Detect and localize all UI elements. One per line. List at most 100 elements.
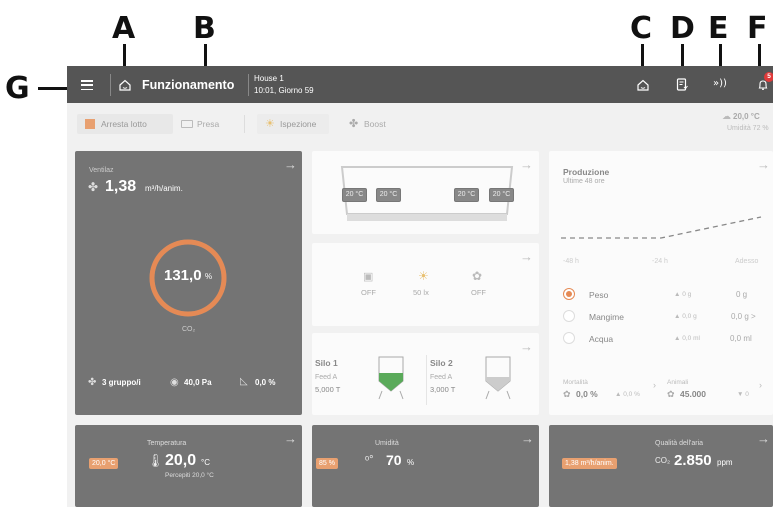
arrow-right-icon[interactable]: →: [757, 157, 770, 172]
devices-card[interactable]: → ▣ OFF ☀ 50 lx ✿ OFF: [312, 243, 539, 326]
house-name: House 1: [254, 74, 284, 83]
silo-2-feed: Feed A: [430, 374, 453, 381]
report-icon[interactable]: [676, 78, 688, 91]
thermometer-icon: 🌡: [147, 453, 164, 468]
air-quality-badge: 1,38 m³/h/anim.: [562, 458, 617, 469]
mortality-value: 0,0 %: [576, 389, 598, 399]
heater-icon: ▣: [363, 271, 374, 283]
row-feed-name: Mangime: [589, 312, 624, 322]
radio-water[interactable]: [563, 332, 575, 344]
mortality-chevron-icon[interactable]: ›: [653, 380, 656, 390]
arrow-right-icon[interactable]: →: [284, 157, 297, 172]
axis-label-mid: -24 h: [652, 258, 668, 265]
cloud-icon: ☁: [722, 111, 731, 121]
silo-2-amount: 3,000 T: [430, 385, 456, 394]
row-weight-delta: ▲ 0 g: [674, 291, 692, 298]
temperature-value: 20,0: [165, 452, 197, 469]
pressure-icon: ◉: [170, 377, 179, 388]
page: A B C D E F G Funzionamento House 1 10:0…: [0, 0, 773, 507]
animals-chevron-icon[interactable]: ›: [759, 380, 762, 390]
opening-value: 0,0 %: [255, 378, 276, 387]
humidity-title: Umidità: [375, 440, 399, 447]
humidity-value: 70: [386, 452, 402, 468]
row-feed-value: 0,0 g >: [731, 312, 756, 321]
ventilation-unit: m³/h/anim.: [145, 184, 183, 193]
production-title: Produzione: [563, 167, 610, 177]
animals-label: Animali: [667, 379, 689, 386]
groups-value: 3 gruppo/i: [102, 378, 141, 387]
top-bar: Funzionamento House 1 10:01, Giorno 59 »…: [67, 66, 773, 103]
arrow-right-icon[interactable]: →: [520, 157, 533, 172]
air-quality-prefix: CO₂: [655, 456, 671, 465]
mortality-icon: ✿: [563, 389, 571, 399]
animals-delta: ▼ 0: [737, 391, 749, 398]
row-water-delta: ▲ 0,0 ml: [674, 335, 700, 342]
menu-icon[interactable]: [81, 80, 93, 91]
arrow-right-icon[interactable]: →: [520, 249, 533, 264]
air-quality-card[interactable]: → Qualità dell'aria 1,38 m³/h/anim. CO₂ …: [549, 425, 773, 507]
silo-1-graphic: [378, 356, 404, 400]
arrow-right-icon[interactable]: →: [520, 339, 533, 354]
page-title: Funzionamento: [142, 78, 235, 92]
callout-g: G: [5, 71, 30, 106]
animals-value: 45.000: [680, 389, 706, 399]
intake-button[interactable]: Presa: [179, 114, 229, 134]
silo-1-feed: Feed A: [315, 374, 338, 381]
air-quality-value: 2.850: [674, 452, 712, 469]
callout-a: A: [112, 11, 136, 46]
fan-icon: ✤: [349, 118, 359, 130]
outside-humidity: Umidità 72 %: [727, 125, 769, 132]
axis-label-start: -48 h: [563, 258, 579, 265]
humidity-unit: %: [407, 458, 415, 467]
row-weight-name: Peso: [589, 290, 609, 300]
gauge-caption: CO₂: [182, 326, 196, 333]
device-state-1: OFF: [361, 288, 376, 297]
callout-b: B: [193, 11, 216, 46]
humidity-icon: ᵒ°: [365, 454, 374, 466]
gauge-unit: %: [205, 272, 213, 281]
humidity-card[interactable]: → Umidità 85 % ᵒ° 70 %: [312, 425, 539, 507]
silo-2-name: Silo 2: [430, 358, 453, 368]
ventilation-card[interactable]: → Ventilaz ✤ 1,38 m³/h/anim. 131,0 % CO₂…: [75, 151, 302, 415]
device-state-2: 50 lx: [413, 288, 429, 297]
fan-icon: ✿: [472, 269, 483, 283]
boost-button[interactable]: ✤ Boost: [347, 114, 407, 134]
row-weight-value: 0 g: [736, 290, 748, 299]
radio-weight[interactable]: [563, 288, 575, 300]
gauge-value: 131,0: [164, 267, 202, 284]
production-chart: [561, 216, 762, 239]
callout-d: D: [670, 11, 695, 46]
arrow-right-icon[interactable]: →: [757, 431, 770, 446]
silo-1-amount: 5,000 T: [315, 385, 341, 394]
sensor-temp-3: 20 °C: [454, 188, 479, 202]
inspection-button[interactable]: ☀ Ispezione: [257, 114, 329, 134]
arrow-right-icon[interactable]: →: [521, 431, 534, 446]
date-time: 10:01, Giorno 59: [254, 86, 314, 95]
truck-icon: [181, 120, 193, 128]
ventilation-label: Ventilaz: [89, 167, 114, 174]
animals-icon: ✿: [667, 389, 675, 399]
radio-feed[interactable]: [563, 310, 575, 322]
silo-card[interactable]: → Silo 1 Feed A 5,000 T Silo 2 Feed A 3,…: [312, 333, 539, 415]
sensor-temp-2: 20 °C: [376, 188, 401, 202]
mortality-label: Mortalità: [563, 379, 588, 386]
callout-f: F: [747, 11, 768, 46]
callout-c: C: [630, 11, 653, 46]
home-icon[interactable]: [637, 79, 649, 91]
callout-line-g: [38, 87, 70, 90]
arrow-right-icon[interactable]: →: [284, 431, 297, 446]
group-icon: ✤: [88, 377, 97, 388]
sensor-temp-4: 20 °C: [489, 188, 514, 202]
temperature-unit: °C: [201, 458, 210, 467]
callout-e: E: [708, 11, 729, 46]
signal-icon[interactable]: »)): [713, 78, 727, 89]
stop-batch-button[interactable]: Arresta lotto: [77, 114, 173, 134]
temperature-title: Temperatura: [147, 440, 187, 447]
silo-1-name: Silo 1: [315, 358, 338, 368]
air-quality-unit: ppm: [717, 458, 733, 467]
temperature-card[interactable]: → Temperatura 20,0 °C 🌡 20,0 °C Percepit…: [75, 425, 302, 507]
stop-icon: [85, 119, 95, 129]
sensors-card[interactable]: → 20 °C 20 °C 20 °C 20 °C: [312, 151, 539, 234]
production-card[interactable]: → Produzione Ultime 48 ore -48 h -24 h A…: [549, 151, 773, 415]
air-quality-title: Qualità dell'aria: [655, 440, 704, 447]
